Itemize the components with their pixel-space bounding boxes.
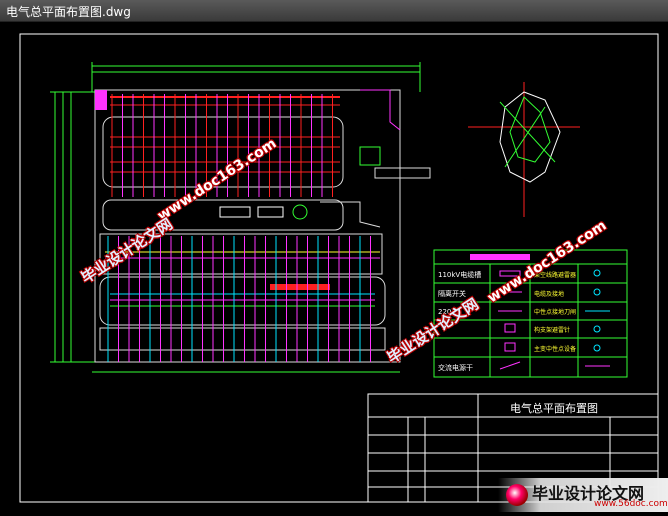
legend-label-1: 110kV电缆槽 (438, 270, 481, 279)
upper-switchyard (102, 96, 344, 188)
drawing-canvas[interactable]: 110kV电缆槽 隔离开关 220 交流电源干 架空线路避雷器 电缆及接地 中性… (0, 22, 668, 512)
site-logo: 毕业设计论文网 www.56doc.com (498, 478, 668, 512)
legend-label-2: 隔离开关 (438, 289, 466, 298)
legend-desc-4: 构支架避雷针 (534, 326, 570, 334)
legend-label-6: 交流电源干 (438, 363, 473, 372)
legend-desc-2: 电缆及接地 (534, 290, 564, 298)
lower-bays (107, 236, 371, 362)
lower-switchyard (99, 233, 386, 351)
legend-desc-5: 主变中性点设备 (534, 345, 576, 353)
logo-url: www.56doc.com (594, 499, 668, 509)
legend-desc-3: 中性点接地刀闸 (534, 308, 576, 316)
window-titlebar: 电气总平面布置图.dwg (0, 0, 668, 22)
cad-drawing: 110kV电缆槽 隔离开关 220 交流电源干 架空线路避雷器 电缆及接地 中性… (19, 33, 659, 503)
legend-table: 110kV电缆槽 隔离开关 220 交流电源干 架空线路避雷器 电缆及接地 中性… (433, 249, 628, 378)
wind-rose (468, 82, 580, 217)
window-title: 电气总平面布置图.dwg (6, 5, 131, 19)
site-boundary (94, 89, 401, 363)
drawing-title: 电气总平面布置图 (510, 401, 598, 415)
legend-desc-1: 架空线路避雷器 (534, 271, 576, 279)
middle-section (102, 167, 431, 231)
upper-bays (111, 94, 333, 197)
logo-ball-icon (506, 484, 528, 506)
legend-label-3: 220 (438, 308, 451, 316)
